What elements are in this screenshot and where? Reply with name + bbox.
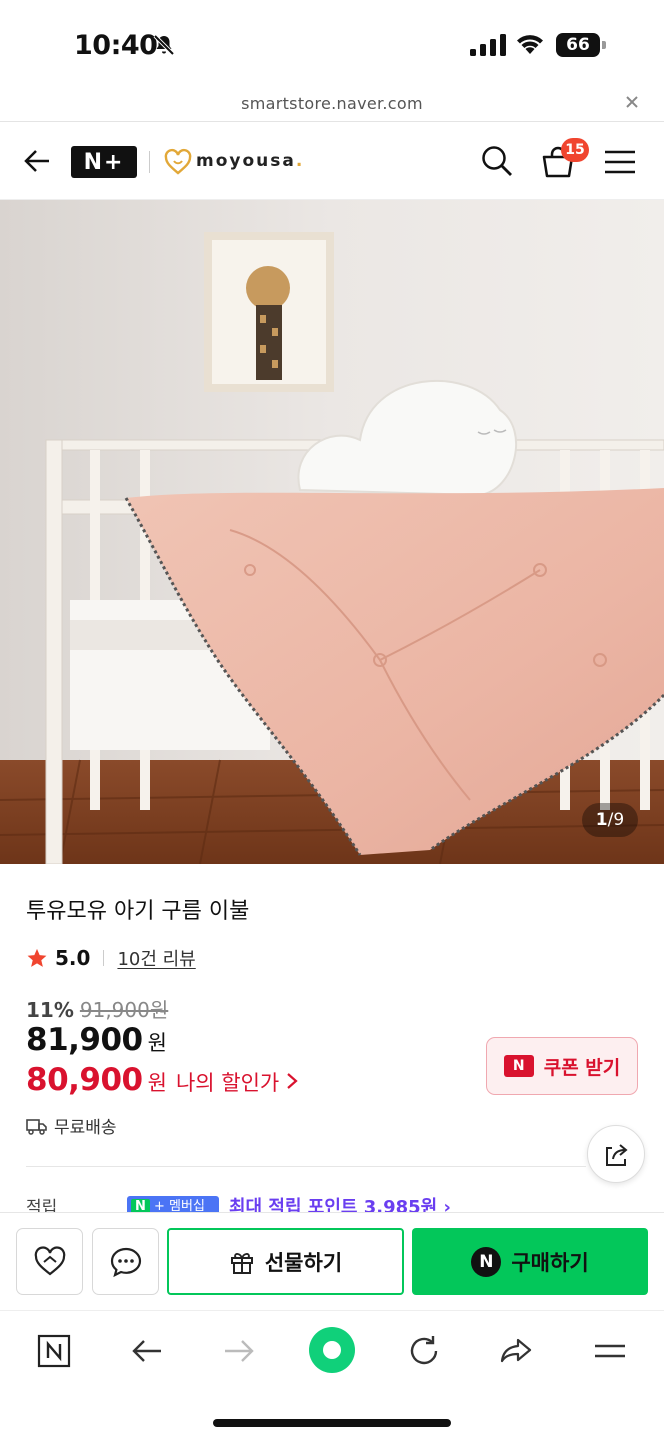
- purchase-action-bar: 선물하기 N 구매하기: [0, 1212, 664, 1310]
- search-icon[interactable]: [480, 144, 514, 178]
- product-title: 투유모유 아기 구름 이불: [26, 899, 250, 924]
- my-price-unit: 원: [147, 1071, 167, 1095]
- membership-badge: N + 멤버십: [127, 1196, 219, 1213]
- chat-icon: [110, 1247, 141, 1277]
- coupon-button[interactable]: N 쿠폰 받기: [486, 1037, 638, 1095]
- store-header: N+ moyousa.: [0, 122, 664, 200]
- naver-pay-icon: N: [471, 1246, 502, 1277]
- image-current: 1: [595, 810, 608, 830]
- status-time: 10:40: [74, 30, 158, 61]
- product-image[interactable]: [0, 200, 664, 864]
- gift-button[interactable]: 선물하기: [167, 1228, 404, 1295]
- share-arrow-glyph: [500, 1338, 532, 1363]
- home-indicator[interactable]: [213, 1419, 451, 1427]
- price-row: 81,900 원: [26, 1022, 167, 1058]
- green-dot-inner: [323, 1341, 341, 1359]
- points-text: 최대 적립 포인트 3,985원 ›: [229, 1197, 451, 1213]
- menu-glyph: [595, 1344, 625, 1358]
- sale-price-unit: 원: [147, 1031, 167, 1055]
- cart-count-badge: 15: [561, 138, 589, 162]
- my-discount-price-link[interactable]: 80,900 원 나의 할인가: [26, 1062, 299, 1098]
- star-icon: [27, 948, 47, 967]
- url-text[interactable]: smartstore.naver.com: [0, 94, 664, 113]
- rating-row: 5.0 10건 리뷰: [26, 944, 196, 972]
- brand-name-text: moyousa: [196, 151, 296, 171]
- battery-tip: [602, 41, 606, 49]
- heart-icon: [34, 1245, 65, 1275]
- battery-icon: 66: [556, 33, 606, 57]
- buy-button[interactable]: N 구매하기: [412, 1228, 648, 1295]
- reload-icon[interactable]: [404, 1331, 444, 1371]
- reload-glyph: [410, 1336, 438, 1365]
- signal-icon: [470, 34, 506, 56]
- chevron-right-icon: [287, 1073, 298, 1089]
- discount-row: 11% 91,900원: [26, 994, 168, 1023]
- gift-label: 선물하기: [264, 1250, 343, 1275]
- bell-slash-icon: [153, 34, 175, 56]
- buy-label: 구매하기: [511, 1250, 589, 1275]
- naver-home-glyph: [37, 1334, 71, 1368]
- arrow-left-icon[interactable]: [22, 146, 52, 176]
- battery-level: 66: [556, 33, 600, 57]
- browser-toolbar: [0, 1310, 664, 1440]
- shipping-label: 무료배송: [54, 1118, 117, 1138]
- image-total: /9: [607, 810, 625, 830]
- gift-icon: [230, 1252, 253, 1274]
- review-count-link[interactable]: 10건 리뷰: [117, 945, 195, 971]
- brand-dot: .: [295, 151, 305, 171]
- wishlist-button[interactable]: [16, 1228, 83, 1295]
- original-price: 91,900원: [79, 998, 169, 1022]
- share-button[interactable]: [587, 1125, 645, 1183]
- coupon-n-icon: N: [503, 1055, 534, 1077]
- naver-home-icon[interactable]: [34, 1331, 74, 1371]
- discount-rate: 11%: [26, 998, 74, 1022]
- rating-divider: [103, 950, 105, 966]
- close-icon[interactable]: [624, 94, 640, 110]
- back-arrow-glyph: [132, 1340, 161, 1362]
- sale-price: 81,900: [26, 1022, 143, 1058]
- share-icon: [606, 1144, 628, 1166]
- product-photo: [0, 200, 664, 864]
- info-divider: [26, 1166, 586, 1167]
- naver-plus-logo[interactable]: N+: [71, 146, 137, 178]
- status-bar: 10:40 66: [0, 0, 664, 88]
- membership-n: N: [131, 1199, 150, 1213]
- coupon-label: 쿠폰 받기: [543, 1056, 621, 1079]
- points-row[interactable]: 적립 N + 멤버십 최대 적립 포인트 3,985원 ›: [26, 1193, 646, 1213]
- talktalk-button[interactable]: [92, 1228, 159, 1295]
- my-discount-price: 80,900: [26, 1062, 143, 1098]
- heart-logo-icon[interactable]: [163, 147, 193, 177]
- wifi-icon: [517, 35, 543, 54]
- menu-icon[interactable]: [590, 1331, 630, 1371]
- url-bar[interactable]: smartstore.naver.com: [0, 88, 664, 122]
- membership-text: + 멤버십: [154, 1199, 205, 1213]
- share-page-icon[interactable]: [496, 1331, 536, 1371]
- truck-icon: [26, 1118, 47, 1135]
- forward-icon[interactable]: [219, 1331, 259, 1371]
- back-icon[interactable]: [127, 1331, 167, 1371]
- green-dot-icon[interactable]: [309, 1327, 355, 1373]
- brand-name[interactable]: moyousa.: [196, 151, 304, 171]
- header-divider: [149, 151, 150, 173]
- shipping-info: 무료배송: [26, 1113, 117, 1138]
- forward-arrow-glyph: [225, 1340, 254, 1362]
- image-counter: 1/9: [582, 803, 638, 837]
- rating-score: 5.0: [55, 946, 91, 970]
- hamburger-icon[interactable]: [604, 148, 636, 176]
- points-label: 적립: [26, 1198, 58, 1213]
- my-price-label: 나의 할인가: [175, 1071, 280, 1095]
